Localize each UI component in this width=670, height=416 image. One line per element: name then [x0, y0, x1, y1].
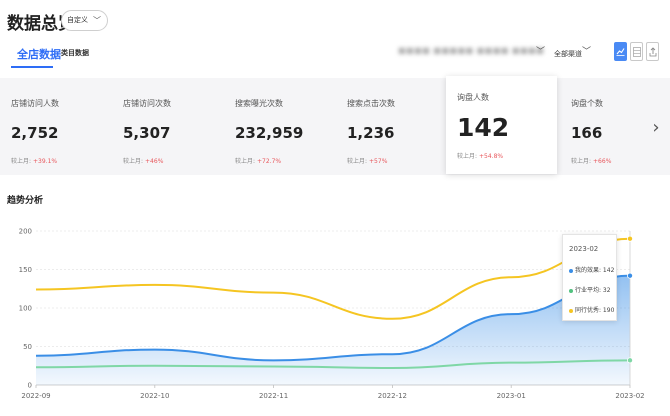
y-tick-label: 200 — [19, 228, 32, 236]
y-tick-label: 50 — [23, 343, 32, 351]
compare-label: 较上月: — [457, 153, 478, 160]
tooltip-label: 行业平均: 32 — [575, 287, 611, 294]
series-point — [627, 357, 634, 364]
metric-value: 5,307 — [123, 124, 171, 142]
metric-card-inquiry-count[interactable]: 询盘个数 166 较上月: +66% — [560, 78, 646, 175]
chevron-down-icon[interactable]: ﹀ — [582, 44, 591, 57]
metric-label: 店铺访问人数 — [11, 99, 59, 108]
date-range-label: 自定义 — [67, 16, 88, 24]
metric-compare: 较上月: +72.7% — [235, 156, 281, 165]
chevron-down-icon: ﹀ — [93, 16, 101, 25]
x-tick-label: 2023-02 — [615, 392, 644, 400]
trend-section-title: 趋势分析 — [7, 196, 44, 206]
compare-label: 较上月: — [347, 158, 368, 165]
tooltip-row-industry: 行业平均: 32 — [569, 285, 611, 294]
compare-value: +39.1% — [33, 158, 58, 165]
metric-card-search-clicks[interactable]: 搜索点击次数 1,236 较上月: +57% — [336, 78, 446, 175]
x-tick-label: 2022-11 — [259, 392, 288, 400]
tooltip-row-mine: 我的效果: 142 — [569, 265, 614, 274]
export-icon[interactable] — [646, 42, 659, 61]
metric-value: 1,236 — [347, 124, 395, 142]
shop-select[interactable]: ■■■■ ■■■■■ ■■■■ ■■■■ — [398, 46, 544, 55]
compare-label: 较上月: — [571, 158, 592, 165]
metric-compare: 较上月: +39.1% — [11, 156, 57, 165]
compare-value: +66% — [593, 158, 612, 165]
x-tick-label: 2023-01 — [497, 392, 526, 400]
metric-compare: 较上月: +54.8% — [457, 151, 503, 160]
metric-card-shop-visitors[interactable]: 店铺访问人数 2,752 较上月: +39.1% — [0, 78, 110, 175]
metric-value: 142 — [457, 113, 510, 142]
series-dot — [569, 308, 573, 313]
y-tick-label: 100 — [19, 305, 32, 313]
compare-value: +46% — [145, 158, 164, 165]
y-tick-label: 150 — [19, 266, 32, 274]
series-point — [627, 272, 634, 279]
x-tick-label: 2022-12 — [378, 392, 407, 400]
channel-select[interactable]: 全部渠道 — [554, 49, 582, 59]
metric-label: 店铺访问次数 — [123, 99, 171, 108]
metric-card-shop-visits[interactable]: 店铺访问次数 5,307 较上月: +46% — [112, 78, 222, 175]
metric-label: 搜索曝光次数 — [235, 99, 283, 108]
compare-value: +54.8% — [479, 153, 504, 160]
x-tick-label: 2022-09 — [21, 392, 50, 400]
series-dot — [569, 268, 573, 273]
table-icon[interactable] — [630, 42, 643, 61]
date-range-select[interactable]: 自定义 ﹀ — [61, 10, 108, 31]
metric-value: 232,959 — [235, 124, 304, 142]
compare-value: +57% — [369, 158, 388, 165]
metric-card-search-impressions[interactable]: 搜索曝光次数 232,959 较上月: +72.7% — [224, 78, 334, 175]
tooltip-row-top-peers: 同行优秀: 190 — [569, 305, 614, 314]
tab-category-data[interactable]: 类目数据 — [61, 48, 89, 58]
series-point — [627, 235, 634, 242]
compare-label: 较上月: — [235, 158, 256, 165]
metric-value: 2,752 — [11, 124, 59, 142]
line-chart-icon[interactable] — [614, 42, 627, 61]
compare-value: +72.7% — [257, 158, 282, 165]
chevron-right-icon[interactable]: › — [649, 113, 663, 143]
y-tick-label: 0 — [28, 382, 32, 390]
chart-tooltip: 2023-02 我的效果: 142 行业平均: 32 同行优秀: 190 — [562, 234, 617, 321]
metric-label: 询盘人数 — [457, 93, 489, 102]
metric-value: 166 — [571, 124, 603, 142]
metric-compare: 较上月: +66% — [571, 156, 611, 165]
metric-compare: 较上月: +46% — [123, 156, 163, 165]
chevron-down-icon[interactable]: ﹀ — [536, 44, 545, 57]
tooltip-label: 我的效果: 142 — [575, 267, 615, 274]
series-line — [35, 237, 631, 320]
tooltip-date: 2023-02 — [569, 245, 599, 253]
metric-compare: 较上月: +57% — [347, 156, 387, 165]
compare-label: 较上月: — [123, 158, 144, 165]
metric-label: 询盘个数 — [571, 99, 603, 108]
series-dot — [569, 288, 573, 293]
active-tab-indicator — [11, 66, 53, 68]
metric-card-inquiry-users[interactable]: 询盘人数 142 较上月: +54.8% — [446, 76, 557, 174]
tab-shop-data[interactable]: 全店数据 — [17, 46, 61, 62]
tooltip-label: 同行优秀: 190 — [575, 307, 615, 314]
compare-label: 较上月: — [11, 158, 32, 165]
x-tick-label: 2022-10 — [140, 392, 169, 400]
metric-label: 搜索点击次数 — [347, 99, 395, 108]
series-area — [36, 275, 630, 385]
